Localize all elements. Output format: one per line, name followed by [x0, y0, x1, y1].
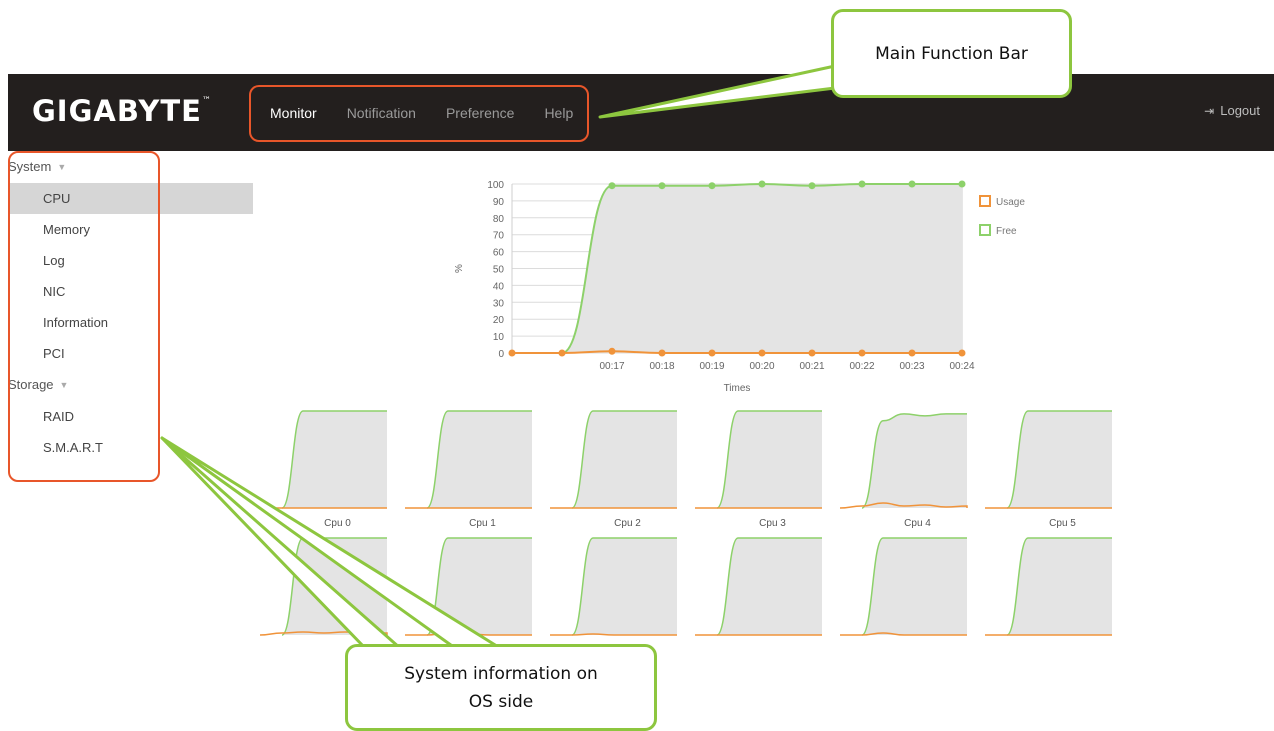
callout-system-information: System information on OS side [345, 644, 657, 731]
callout-main-function-bar: Main Function Bar [831, 9, 1072, 98]
callout-pointers [160, 64, 837, 650]
callout-line: OS side [468, 691, 534, 712]
callout-text: Main Function Bar [875, 43, 1028, 64]
callout-text: System information on OS side [404, 660, 598, 716]
callout-line: System information on [404, 663, 598, 684]
